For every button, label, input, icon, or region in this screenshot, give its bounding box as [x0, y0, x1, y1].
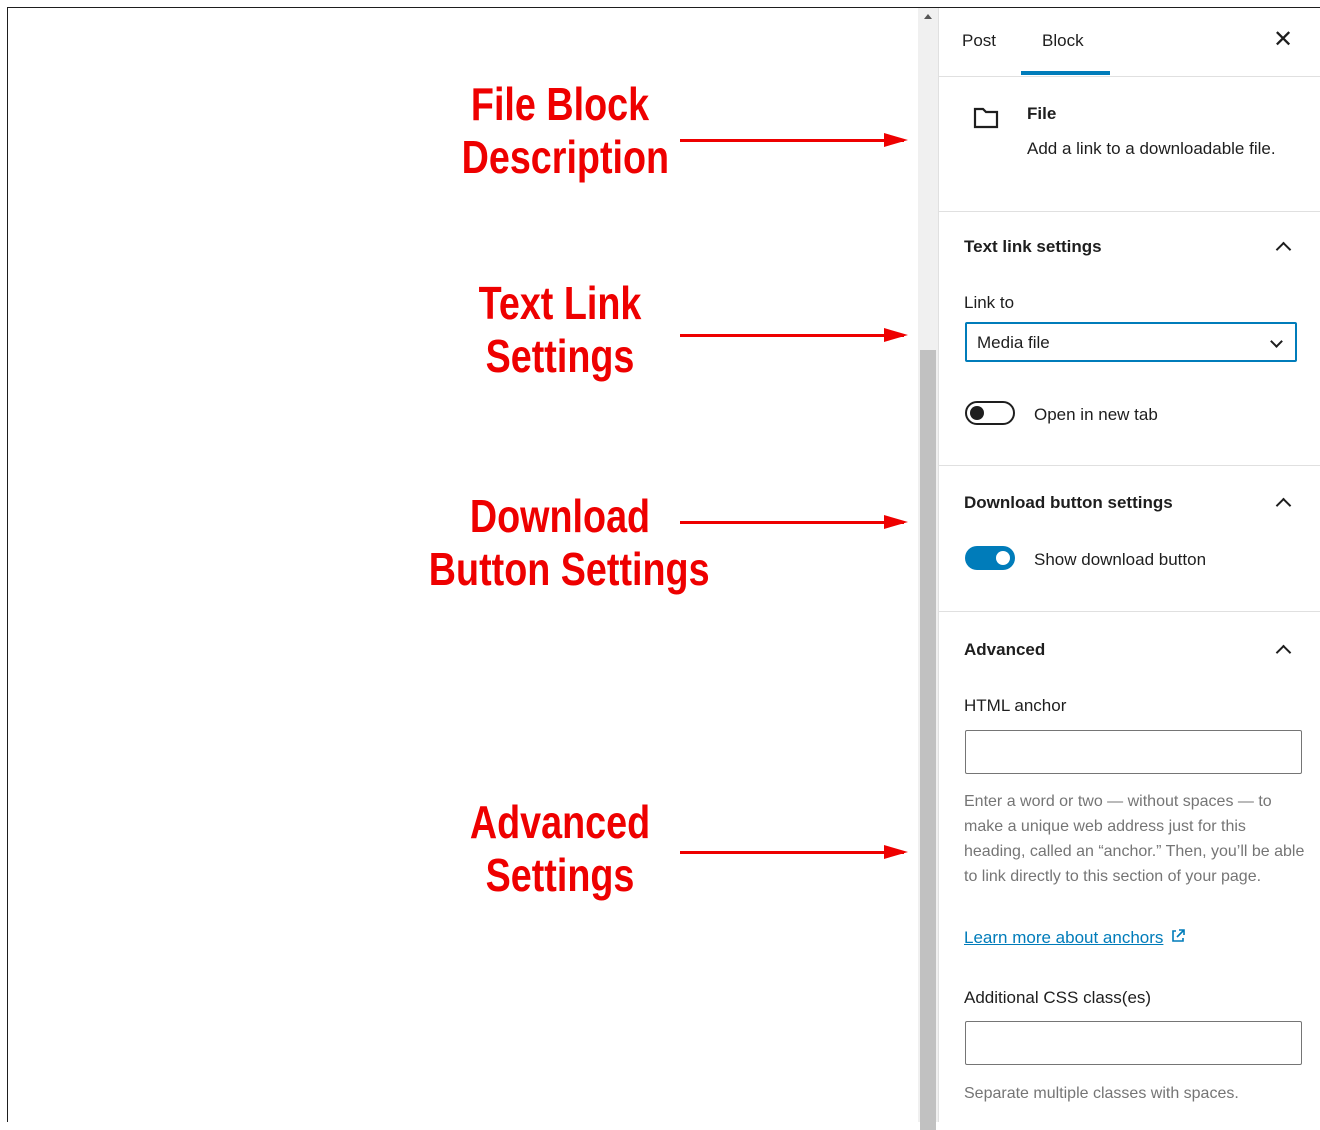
annotation-file-block: File Block Description	[461, 78, 670, 184]
active-tab-indicator	[1021, 71, 1110, 75]
tab-block[interactable]: Block	[1021, 8, 1111, 76]
html-anchor-help: Enter a word or two — without spaces — t…	[964, 793, 1305, 885]
annotation-line: File Block	[470, 78, 650, 130]
annotation-line: Description	[461, 131, 670, 183]
panel-title-download[interactable]: Download button settings	[964, 493, 1173, 513]
html-anchor-label: HTML anchor	[964, 696, 1067, 715]
arrow-file-block	[680, 133, 908, 147]
arrow-text-link	[680, 328, 908, 342]
annotation-line: Text Link	[478, 277, 642, 329]
link-to-label: Link to	[964, 293, 1015, 312]
show-download-toggle[interactable]	[965, 546, 1015, 570]
panel-divider	[939, 465, 1320, 466]
arrow-download	[680, 515, 908, 529]
css-class-label: Additional CSS class(es)	[964, 988, 1152, 1007]
annotation-line: Settings	[485, 330, 635, 382]
scrollbar-thumb[interactable]	[920, 350, 936, 1130]
frame-left-line	[7, 7, 8, 1122]
annotation-download: Download Button Settings	[428, 490, 710, 596]
annotation-line: Advanced	[469, 796, 651, 848]
link-to-select[interactable]: Media file	[965, 322, 1297, 362]
panel-title-text-link[interactable]: Text link settings	[964, 237, 1102, 257]
tab-block-label: Block	[1042, 31, 1084, 50]
chevron-up-icon[interactable]	[1275, 497, 1292, 514]
learn-more-link-wrap: Learn more about anchors	[964, 928, 1186, 948]
panel-divider	[939, 611, 1320, 612]
chevron-up-icon[interactable]	[1275, 644, 1292, 661]
scroll-up-icon[interactable]	[924, 14, 932, 19]
annotation-text-link: Text Link Settings	[462, 277, 659, 383]
annotation-line: Button Settings	[428, 543, 710, 595]
open-new-tab-label: Open in new tab	[1034, 405, 1158, 424]
annotation-line: Download	[469, 490, 651, 542]
learn-more-link[interactable]: Learn more about anchors	[964, 928, 1163, 947]
settings-sidebar: Post Block ✕ File Add a link to a downlo…	[938, 8, 1320, 1122]
annotation-advanced: Advanced Settings	[462, 796, 659, 902]
folder-icon	[973, 107, 999, 129]
annotation-line: Settings	[485, 849, 635, 901]
block-title: File	[1027, 104, 1057, 123]
css-class-input[interactable]	[965, 1021, 1302, 1065]
link-to-value: Media file	[977, 333, 1050, 352]
chevron-down-icon	[1270, 335, 1283, 348]
show-download-label: Show download button	[1034, 550, 1207, 569]
vertical-scrollbar[interactable]	[918, 8, 938, 1130]
toggle-knob	[970, 406, 984, 420]
open-new-tab-toggle[interactable]	[965, 401, 1015, 425]
sidebar-tabs: Post Block ✕	[939, 8, 1320, 77]
html-anchor-input[interactable]	[965, 730, 1302, 774]
block-description: Add a link to a downloadable file.	[1027, 139, 1276, 158]
close-icon[interactable]: ✕	[1273, 28, 1293, 52]
chevron-up-icon[interactable]	[1275, 241, 1292, 258]
panel-title-advanced[interactable]: Advanced	[964, 640, 1045, 660]
external-link-icon[interactable]	[1170, 928, 1186, 944]
toggle-knob	[996, 551, 1010, 565]
css-class-help: Separate multiple classes with spaces.	[964, 1085, 1239, 1102]
arrow-advanced	[680, 845, 908, 859]
tab-post[interactable]: Post	[962, 8, 996, 76]
